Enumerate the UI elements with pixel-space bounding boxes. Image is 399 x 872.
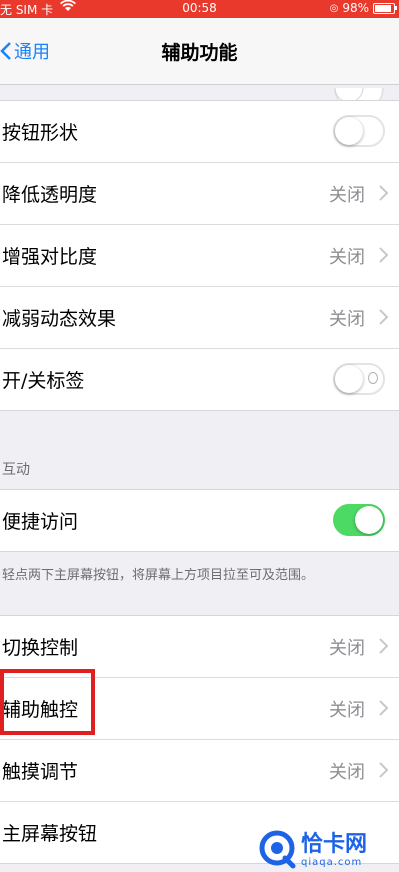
watermark: 恰卡网 qiaqa.com	[257, 828, 399, 872]
row-label: 切换控制	[2, 637, 79, 659]
display-settings-group: 按钮形状 降低透明度 关闭 增强对比度 关闭 减弱动态效果 关闭 开/关标签	[0, 100, 399, 411]
reachability-footnote: 轻点两下主屏幕按钮，将屏幕上方项目拉至可及范围。	[2, 568, 315, 583]
battery-percent: 98%	[342, 1, 369, 15]
reachability-toggle[interactable]	[333, 504, 385, 536]
toggle-knob	[355, 506, 383, 534]
chevron-right-icon	[379, 185, 389, 201]
highlight-annotation	[0, 669, 95, 735]
toggle-knob	[335, 117, 363, 145]
orientation-lock-icon: ◎	[329, 2, 339, 14]
row-value: 关闭	[329, 637, 365, 659]
row-reduce-transparency[interactable]: 降低透明度 关闭	[0, 163, 399, 225]
row-reduce-motion[interactable]: 减弱动态效果 关闭	[0, 287, 399, 349]
row-value: 关闭	[329, 308, 365, 330]
chevron-right-icon	[379, 762, 389, 778]
row-label: 便捷访问	[2, 511, 79, 533]
chevron-right-icon	[379, 638, 389, 654]
interaction-group: 便捷访问	[0, 489, 399, 552]
on-off-labels-toggle[interactable]	[333, 363, 385, 395]
status-bar: 无 SIM 卡 00:58 ◎ 98%	[0, 0, 399, 18]
row-label: 增强对比度	[2, 246, 98, 268]
row-label: 按钮形状	[2, 122, 79, 144]
watermark-title: 恰卡网	[301, 831, 368, 857]
button-shapes-toggle[interactable]	[333, 115, 385, 147]
row-value: 关闭	[329, 246, 365, 268]
row-on-off-labels[interactable]: 开/关标签	[0, 349, 399, 410]
chevron-right-icon	[379, 247, 389, 263]
row-label: 降低透明度	[2, 184, 98, 206]
off-label-icon	[368, 372, 378, 384]
page-title: 辅助功能	[161, 42, 238, 64]
row-label: 减弱动态效果	[2, 308, 117, 330]
row-label: 触摸调节	[2, 761, 79, 783]
watermark-url: qiaqa.com	[301, 856, 363, 868]
row-reachability[interactable]: 便捷访问	[0, 490, 399, 551]
toggle-knob	[335, 365, 363, 393]
chevron-right-icon	[379, 700, 389, 716]
chevron-right-icon	[379, 309, 389, 325]
row-label: 主屏幕按钮	[2, 823, 98, 845]
row-touch-accommodations[interactable]: 触摸调节 关闭	[0, 740, 399, 802]
row-label: 开/关标签	[2, 370, 85, 392]
watermark-logo-icon	[259, 830, 296, 869]
section-header-interaction: 互动	[2, 462, 30, 478]
watermark-text: 恰卡网 qiaqa.com	[301, 831, 368, 868]
interaction-controls-group: 切换控制 关闭 辅助触控 关闭 触摸调节 关闭 主屏幕按钮	[0, 615, 399, 864]
row-increase-contrast[interactable]: 增强对比度 关闭	[0, 225, 399, 287]
row-value: 关闭	[329, 699, 365, 721]
navigation-bar: 通用 辅助功能	[0, 18, 399, 113]
row-button-shapes[interactable]: 按钮形状	[0, 101, 399, 163]
status-right: ◎ 98%	[329, 1, 397, 15]
battery-icon	[373, 2, 397, 14]
row-value: 关闭	[329, 184, 365, 206]
row-value: 关闭	[329, 761, 365, 783]
